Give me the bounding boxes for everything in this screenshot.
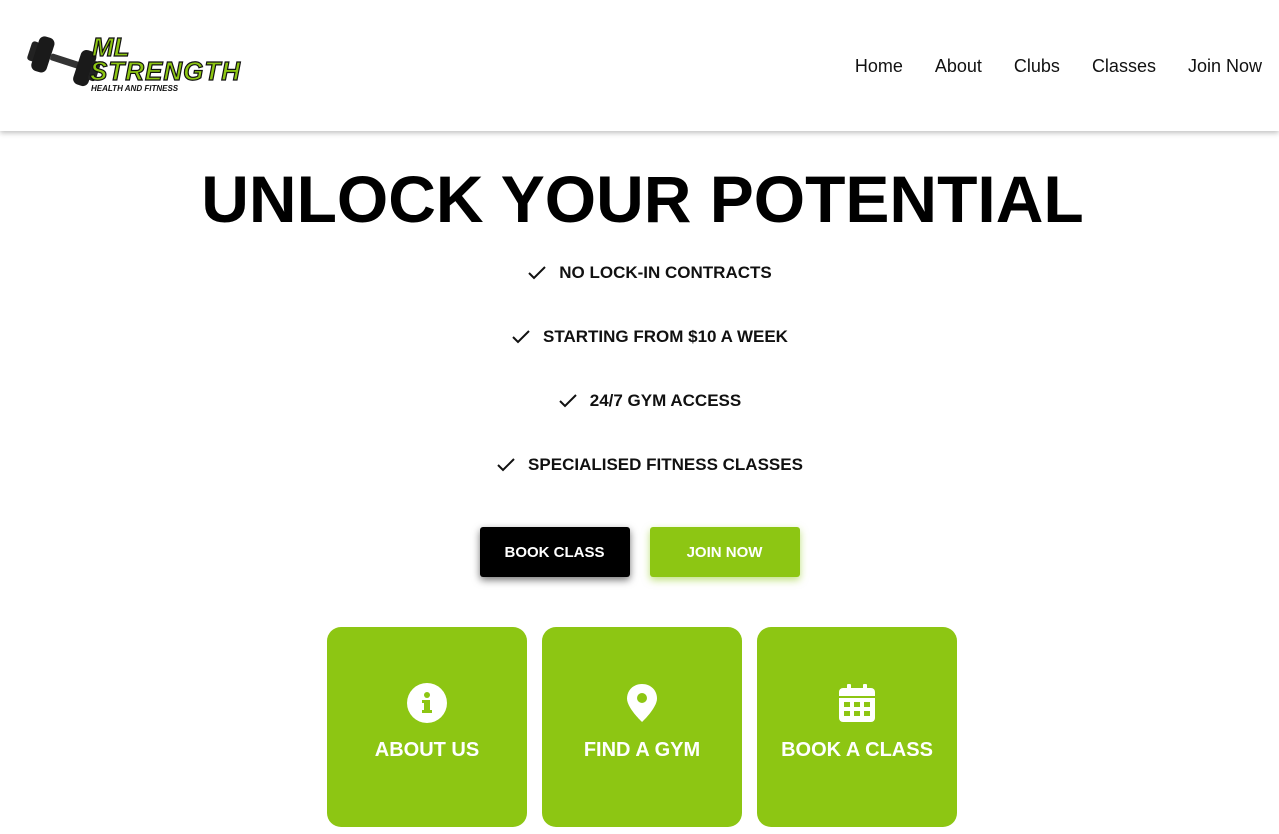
find-a-gym-card[interactable]: FIND A GYM (542, 627, 742, 827)
feature-item: SPECIALISED FITNESS CLASSES (0, 451, 1279, 479)
feature-text: 24/7 GYM ACCESS (589, 391, 742, 410)
check-icon (559, 394, 577, 408)
calendar-icon (839, 684, 875, 722)
dumbbell-logo-icon: ML STRENGTH HEALTH AND FITNESS (27, 31, 241, 93)
main-nav: Home About Clubs Classes Join Now (823, 54, 1262, 78)
site-header: ML STRENGTH HEALTH AND FITNESS Home Abou… (0, 0, 1279, 131)
feature-text: NO LOCK-IN CONTRACTS (559, 263, 772, 282)
nav-item-about[interactable]: About (935, 54, 982, 78)
join-now-button[interactable]: JOIN NOW (649, 527, 800, 577)
feature-item: STARTING FROM $10 A WEEK (0, 323, 1279, 351)
feature-item: NO LOCK-IN CONTRACTS (0, 259, 1279, 287)
check-icon (528, 266, 546, 280)
card-label: ABOUT US (374, 739, 480, 761)
feature-list: NO LOCK-IN CONTRACTS STARTING FROM $10 A… (0, 259, 1279, 515)
nav-item-home[interactable]: Home (855, 54, 903, 78)
card-label: BOOK A CLASS (781, 739, 933, 761)
brand-tagline: HEALTH AND FITNESS (91, 84, 179, 93)
check-icon (512, 330, 530, 344)
nav-item-join-now[interactable]: Join Now (1188, 54, 1262, 78)
cta-buttons: BOOK CLASS JOIN NOW (0, 527, 1279, 577)
book-a-class-card[interactable]: BOOK A CLASS (757, 627, 957, 827)
check-icon (497, 458, 515, 472)
book-class-button[interactable]: BOOK CLASS (479, 527, 630, 577)
brand-name-line2: STRENGTH (90, 56, 241, 86)
hero-title: UNLOCK YOUR POTENTIAL (201, 162, 1084, 236)
feature-item: 24/7 GYM ACCESS (0, 387, 1279, 415)
hero-section: UNLOCK YOUR POTENTIAL NO LOCK-IN CONTRAC… (0, 131, 1279, 834)
nav-item-classes[interactable]: Classes (1092, 54, 1156, 78)
card-label: FIND A GYM (583, 739, 701, 761)
nav-item-clubs[interactable]: Clubs (1014, 54, 1060, 78)
feature-text: SPECIALISED FITNESS CLASSES (528, 455, 803, 474)
map-pin-icon (627, 684, 657, 722)
quick-link-cards: ABOUT US FIND A GYM BOOK A CLASS (0, 627, 1279, 827)
brand-logo[interactable]: ML STRENGTH HEALTH AND FITNESS (24, 30, 264, 96)
feature-text: STARTING FROM $10 A WEEK (543, 327, 788, 346)
info-circle-icon (407, 683, 447, 723)
about-us-card[interactable]: ABOUT US (327, 627, 527, 827)
